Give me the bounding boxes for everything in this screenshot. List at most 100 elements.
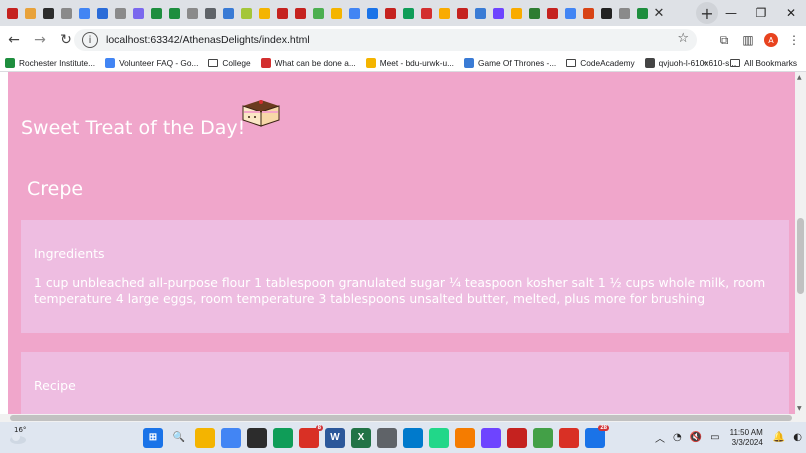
browser-tab[interactable] [292,0,309,26]
battery-icon[interactable]: ▭ [710,432,719,443]
browser-tab[interactable] [256,0,273,26]
browser-tab[interactable] [220,0,237,26]
browser-tab[interactable] [346,0,363,26]
vertical-scroll-thumb[interactable] [797,218,804,294]
browser-tab[interactable] [94,0,111,26]
copilot-icon[interactable]: ◐ [793,432,802,443]
chrome-icon[interactable]: 8 [299,424,323,448]
browser-tab[interactable] [364,0,381,26]
close-window-button[interactable]: ✕ [776,0,806,26]
maximize-button[interactable]: ❐ [746,0,776,26]
all-bookmarks-label: All Bookmarks [744,58,798,68]
menu-icon[interactable]: ⋮ [782,28,806,52]
extensions-icon[interactable]: ⧉ [712,28,736,52]
browser-tab[interactable] [328,0,345,26]
address-bar[interactable]: i localhost:63342/AthenasDelights/index.… [74,29,697,51]
edge-icon[interactable] [273,427,293,448]
browser-tab[interactable] [598,0,615,26]
browser-tab[interactable] [112,0,129,26]
profile-avatar[interactable]: A [764,33,778,47]
search-button-icon[interactable]: 🔍 [169,427,189,448]
close-tab-icon[interactable]: ✕ [652,0,666,26]
word-icon[interactable]: W [325,427,345,448]
browser-tab[interactable] [382,0,399,26]
browser-tab[interactable] [400,0,417,26]
browser-tab[interactable] [58,0,75,26]
chevron-up-icon[interactable]: ︿ [655,430,665,445]
browser-tab[interactable] [310,0,327,26]
bookmark-item[interactable]: Game Of Thrones -... [459,54,561,72]
terminal-icon[interactable] [247,427,267,448]
browser-tab[interactable] [22,0,39,26]
bookmark-item[interactable]: College [203,54,255,72]
settings-icon[interactable] [377,427,397,448]
browser-tab[interactable] [616,0,633,26]
tab-favicon-icon [367,7,378,19]
bookmarks-overflow-button[interactable]: » [702,54,708,72]
wifi-icon[interactable]: ◔ [673,432,682,443]
scroll-up-arrow-icon[interactable]: ▲ [797,74,802,81]
browser-tab[interactable] [202,0,219,26]
messages-icon[interactable]: 28 [585,424,609,448]
notification-badge: 28 [598,424,609,431]
back-button[interactable]: ← [2,28,26,52]
bookmark-item[interactable]: What can be done a... [256,54,361,72]
browser-tab[interactable] [526,0,543,26]
browser-tab[interactable] [490,0,507,26]
browser-tab[interactable] [148,0,165,26]
browser-tab[interactable] [274,0,291,26]
vscode-icon[interactable] [403,427,423,448]
side-panel-icon[interactable]: ▥ [736,28,760,52]
system-tray: ︿ ◔ 🔇 ▭ 11:50 AM 3/3/2024 🔔 ◐ [651,422,806,453]
browser-tab[interactable] [436,0,453,26]
tab-favicon-icon [529,7,540,19]
app-orange-icon[interactable] [455,427,475,448]
browser-tab[interactable] [544,0,561,26]
chrome-2-icon[interactable] [559,427,579,448]
url-text[interactable]: localhost:63342/AthenasDelights/index.ht… [106,34,310,46]
browser-tab[interactable] [508,0,525,26]
scroll-down-arrow-icon[interactable]: ▼ [797,405,802,412]
browser-tab[interactable] [40,0,57,26]
bookmark-item[interactable]: CodeAcademy [561,54,639,72]
minimize-button[interactable]: — [716,0,746,26]
start-button-icon[interactable]: ⊞ [143,427,163,448]
tab-favicon-icon [601,7,612,19]
bookmark-item[interactable]: Volunteer FAQ - Go... [100,54,203,72]
forward-button[interactable]: → [28,28,52,52]
browser-tab[interactable] [76,0,93,26]
browser-tab[interactable] [166,0,183,26]
vertical-scrollbar[interactable]: ▲ ▼ [795,72,806,414]
video-icon [464,57,474,68]
browser-tab[interactable] [184,0,201,26]
all-bookmarks-button[interactable]: All Bookmarks [730,54,797,72]
bookmark-item[interactable]: qvjuoh-l-610x610-s... [640,54,741,72]
browser-tab[interactable] [418,0,435,26]
site-info-icon[interactable]: i [82,32,98,48]
browser-tab[interactable] [454,0,471,26]
horizontal-scrollbar[interactable] [0,414,806,422]
notifications-bell-icon[interactable]: 🔔 [773,432,785,443]
pycharm-icon[interactable] [429,427,449,448]
browser-tab[interactable] [634,0,651,26]
browser-tab[interactable] [4,0,21,26]
browser-tab[interactable] [130,0,147,26]
clock[interactable]: 11:50 AM 3/3/2024 [730,428,763,448]
notepad-icon[interactable] [533,427,553,448]
github-icon[interactable] [481,427,501,448]
store-icon[interactable] [221,427,241,448]
browser-tab[interactable] [472,0,489,26]
browser-tab[interactable] [562,0,579,26]
volume-muted-icon[interactable]: 🔇 [690,432,702,443]
new-tab-button[interactable]: + [696,2,718,24]
bookmark-star-icon[interactable]: ☆ [677,31,689,46]
tab-favicon-icon [349,7,360,19]
file-explorer-icon[interactable] [195,427,215,448]
browser-tab[interactable] [238,0,255,26]
snip-icon[interactable] [507,427,527,448]
horizontal-scroll-thumb[interactable] [10,415,792,421]
bookmark-item[interactable]: Meet - bdu-urwk-u... [361,54,459,72]
bookmark-item[interactable]: Rochester Institute... [0,54,100,72]
excel-icon[interactable]: X [351,427,371,448]
browser-tab[interactable] [580,0,597,26]
